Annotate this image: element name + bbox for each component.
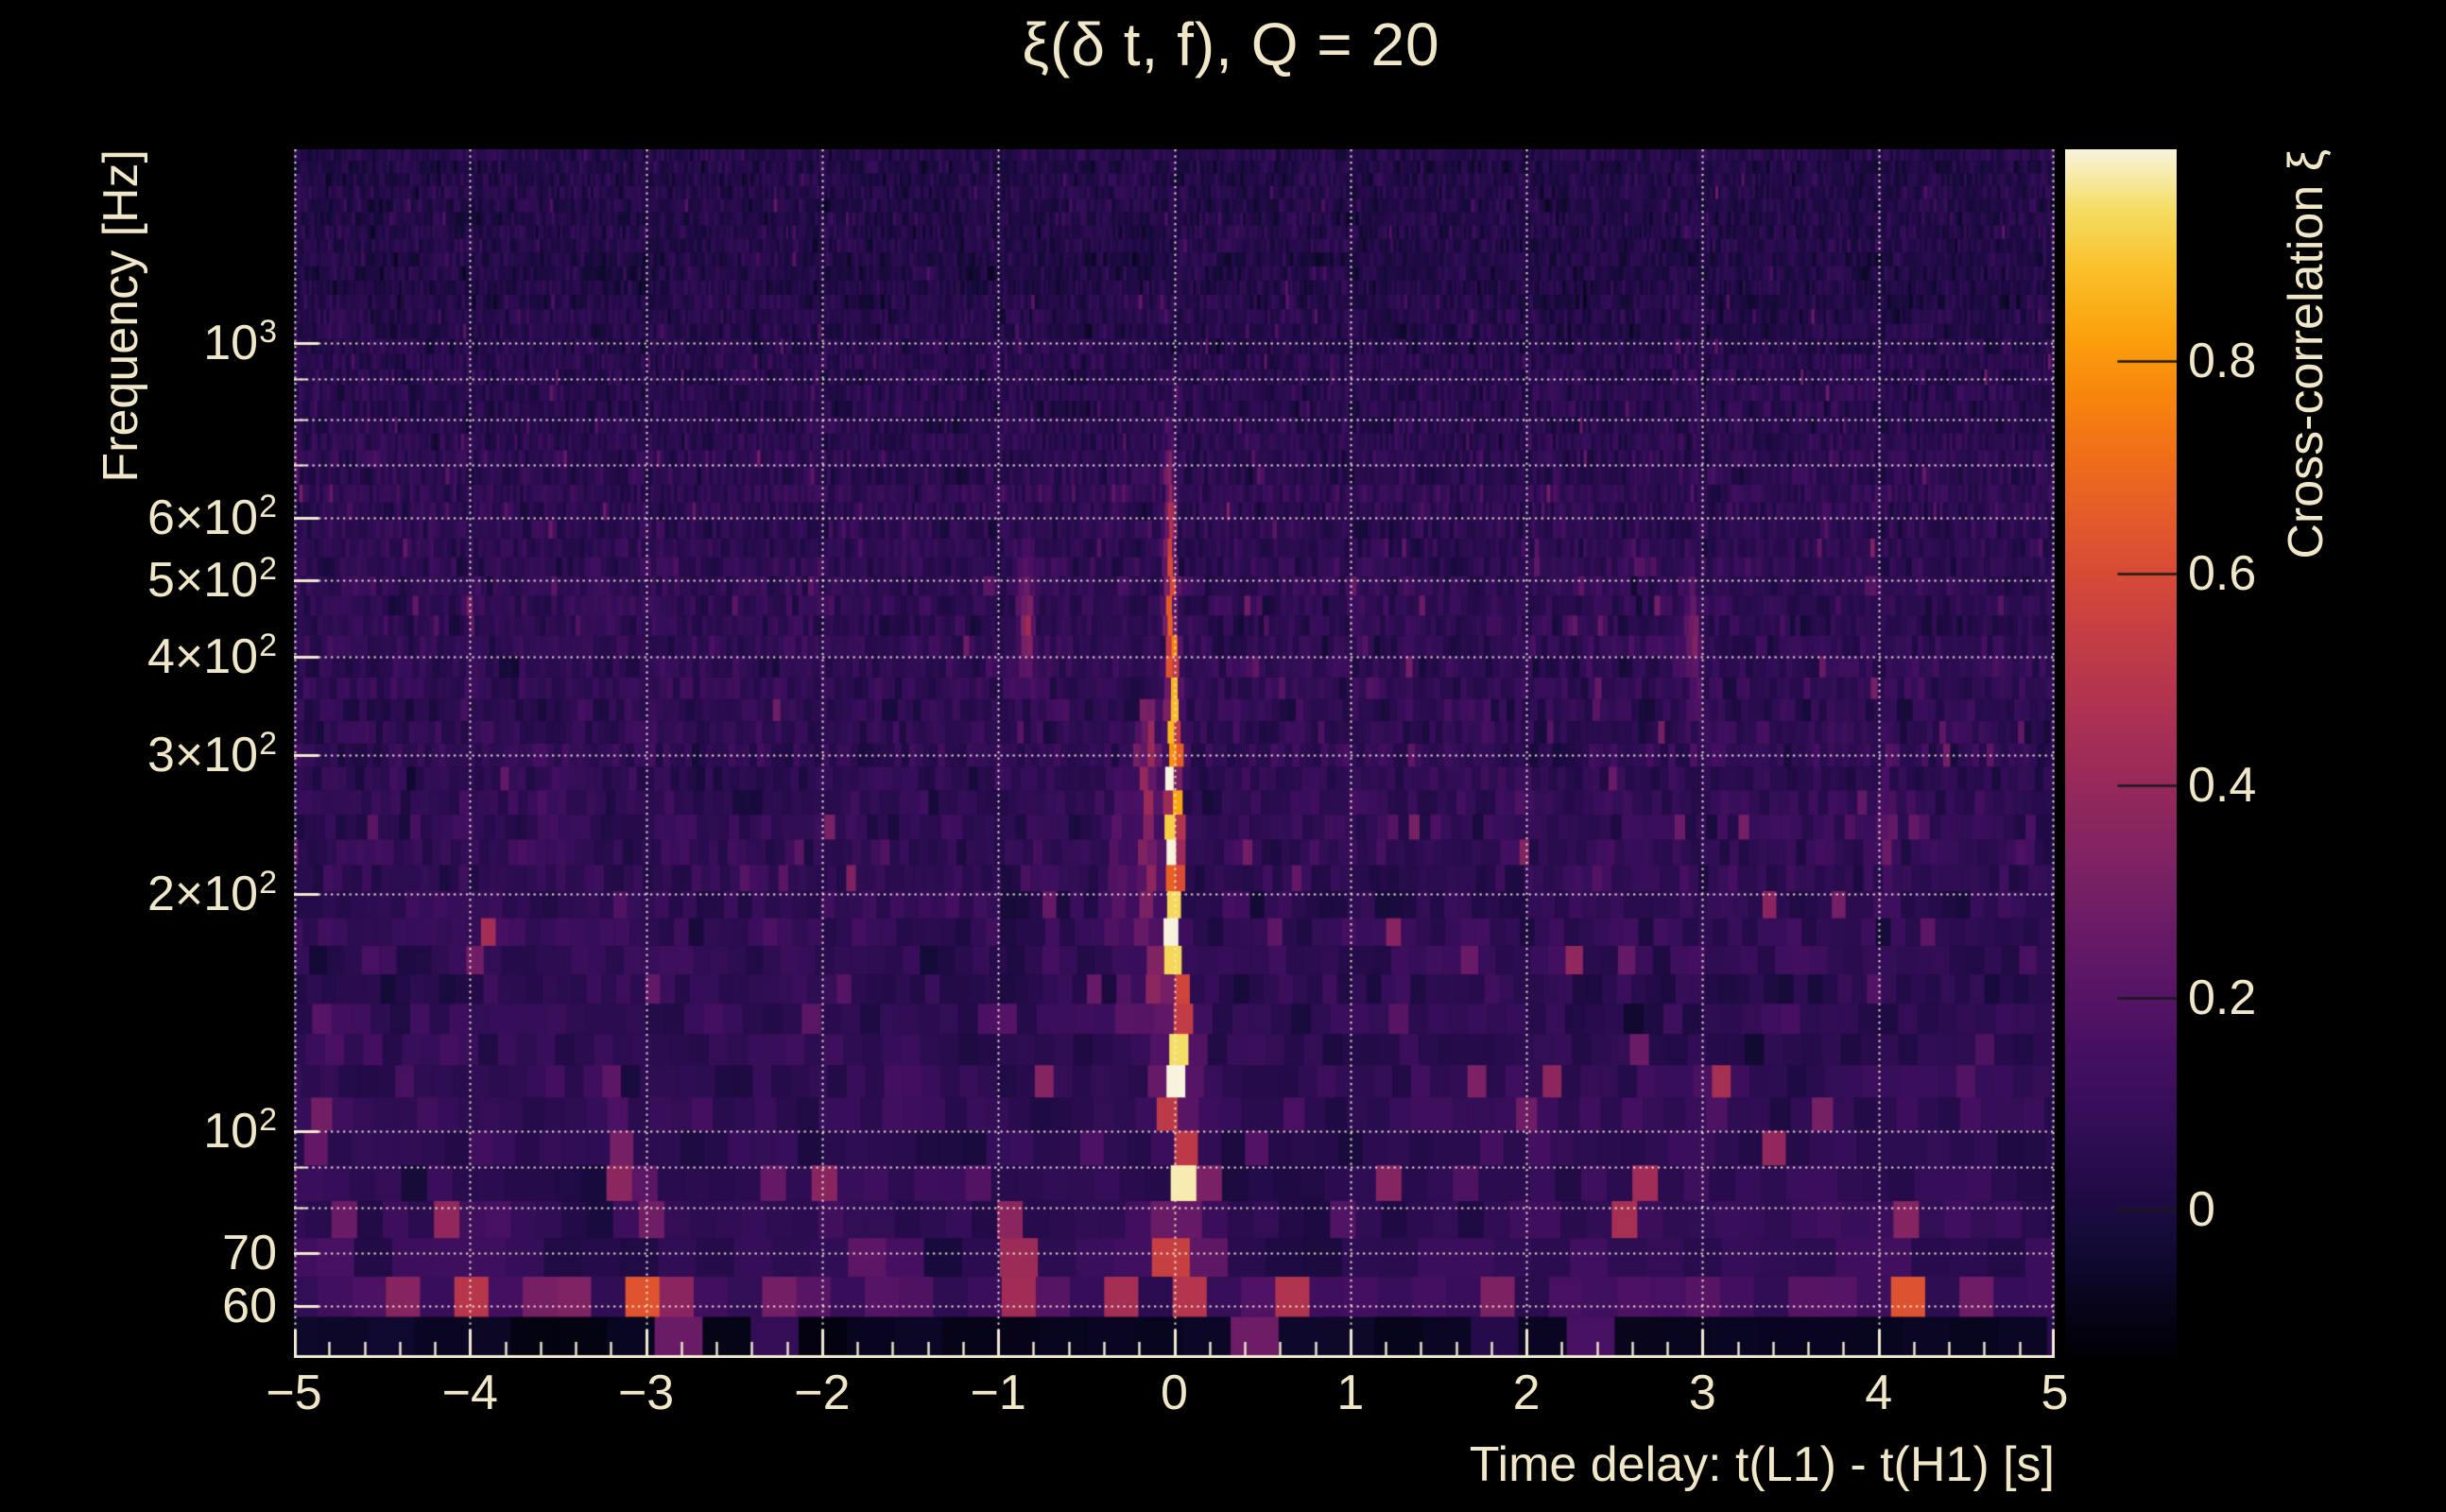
y-tick-base: 6×10 xyxy=(147,490,258,545)
y-tick-label: 5×102 xyxy=(0,554,277,612)
y-tick-base: 10 xyxy=(203,1104,258,1159)
y-tick-base: 70 xyxy=(222,1226,277,1280)
x-tick-label: −5 xyxy=(228,1366,360,1419)
x-tick-label: −4 xyxy=(404,1366,536,1419)
y-tick-base: 4×10 xyxy=(147,629,258,684)
y-tick-exponent: 2 xyxy=(259,1102,277,1138)
y-tick-label: 3×102 xyxy=(0,729,277,787)
y-tick-base: 5×10 xyxy=(147,553,258,608)
y-tick-label: 60 xyxy=(0,1280,277,1332)
y-tick-label: 102 xyxy=(0,1105,277,1163)
y-tick-exponent: 2 xyxy=(259,865,277,901)
y-tick-base: 10 xyxy=(203,316,258,370)
colorbar-tick-label: 0.6 xyxy=(2188,547,2358,600)
x-tick-label: 4 xyxy=(1813,1366,1945,1419)
heatmap-canvas xyxy=(294,149,2055,1358)
y-tick-label: 103 xyxy=(0,317,277,375)
x-tick-label: −1 xyxy=(932,1366,1064,1419)
colorbar-tick-label: 0.8 xyxy=(2188,335,2358,387)
x-tick-label: −2 xyxy=(756,1366,888,1419)
x-tick-label: 5 xyxy=(1989,1366,2121,1419)
x-tick-label: 1 xyxy=(1284,1366,1417,1419)
y-tick-label: 6×102 xyxy=(0,491,277,550)
y-tick-base: 2×10 xyxy=(147,867,258,921)
x-axis-label: Time delay: t(L1) - t(H1) [s] xyxy=(1470,1436,2055,1493)
y-tick-label: 4×102 xyxy=(0,630,277,689)
page-root: { "page": { "background": "#000000", "te… xyxy=(0,0,2446,1512)
colorbar-canvas xyxy=(2065,149,2177,1358)
y-tick-label: 70 xyxy=(0,1227,277,1280)
y-tick-exponent: 2 xyxy=(259,489,277,524)
y-tick-exponent: 2 xyxy=(259,551,277,587)
y-tick-base: 3×10 xyxy=(147,728,258,782)
x-tick-label: −3 xyxy=(580,1366,713,1419)
y-tick-label: 2×102 xyxy=(0,868,277,926)
y-tick-exponent: 2 xyxy=(259,726,277,762)
chart-title: ξ(δ t, f), Q = 20 xyxy=(294,9,2111,79)
colorbar-tick-label: 0.2 xyxy=(2188,971,2358,1024)
colorbar-tick-label: 0 xyxy=(2188,1183,2358,1236)
y-tick-base: 60 xyxy=(222,1279,277,1333)
y-tick-exponent: 2 xyxy=(259,627,277,663)
x-tick-label: 0 xyxy=(1109,1366,1241,1419)
x-tick-label: 3 xyxy=(1636,1366,1768,1419)
y-tick-exponent: 3 xyxy=(259,314,277,350)
colorbar-tick-label: 0.4 xyxy=(2188,759,2358,812)
x-tick-label: 2 xyxy=(1460,1366,1593,1419)
